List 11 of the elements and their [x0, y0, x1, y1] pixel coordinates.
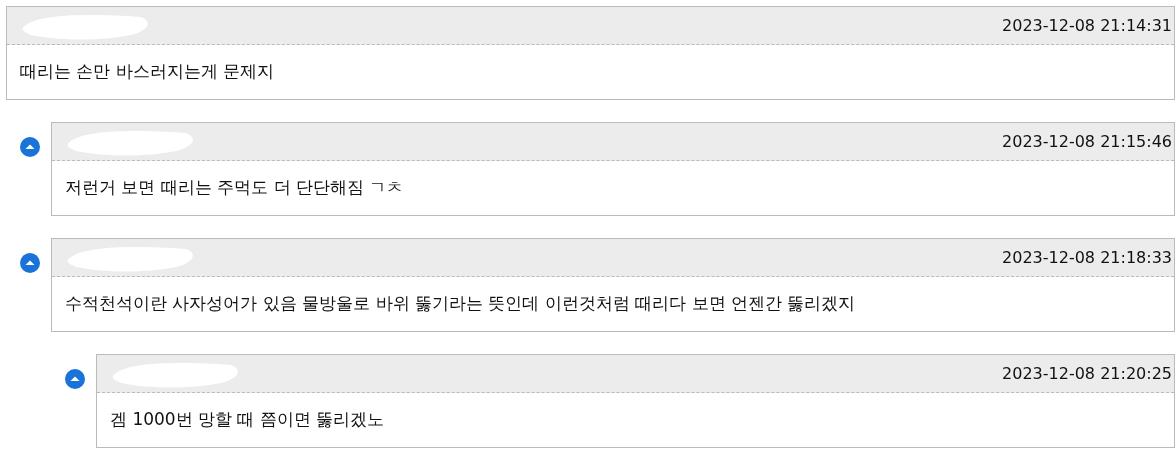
comment-text: 수적천석이란 사자성어가 있음 물방울로 바위 뚫기라는 뜻인데 이런것처럼 때리다 보면 언젠간 뚫리겠지: [65, 292, 856, 316]
collapse-icon[interactable]: [65, 369, 85, 389]
timestamp: 2023-12-08 21:14:31: [1002, 14, 1172, 37]
timestamp: 2023-12-08 21:18:33: [1002, 246, 1172, 269]
comment-text: 때리는 손만 바스러지는게 문제지: [20, 60, 275, 84]
timestamp: 2023-12-08 21:15:46: [1002, 130, 1172, 153]
collapse-icon[interactable]: [20, 253, 40, 273]
comment-text: 겜 1000번 망할 때 쯤이면 뚫리겠노: [110, 408, 385, 432]
comment-text: 저런거 보면 때리는 주먹도 더 단단해짐 ㄱㅊ: [65, 176, 404, 200]
timestamp: 2023-12-08 21:20:25: [1002, 362, 1172, 385]
collapse-icon[interactable]: [20, 137, 40, 157]
